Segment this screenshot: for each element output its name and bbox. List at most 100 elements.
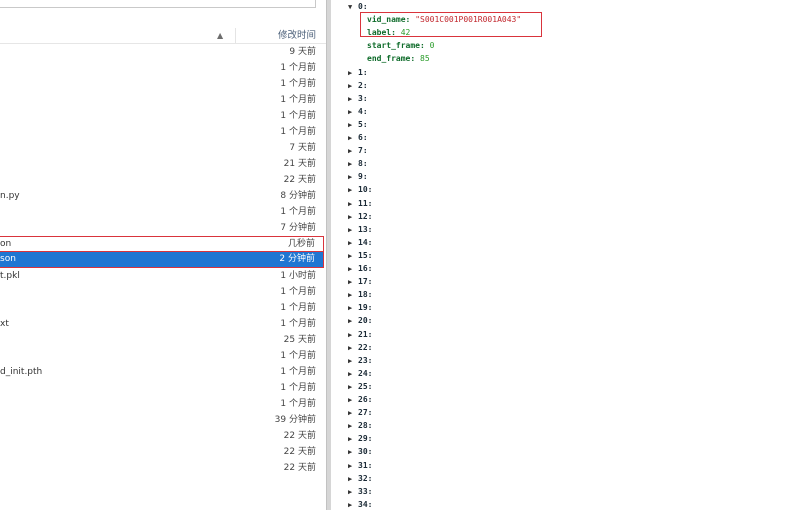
triangle-right-icon[interactable]: ▶ xyxy=(348,106,358,119)
triangle-right-icon[interactable]: ▶ xyxy=(348,355,358,368)
tree-node[interactable]: ▶ 4: xyxy=(348,105,368,118)
triangle-right-icon[interactable]: ▶ xyxy=(348,289,358,302)
file-row[interactable]: 7 分钟前 xyxy=(0,220,324,236)
triangle-right-icon[interactable]: ▶ xyxy=(348,93,358,106)
file-row[interactable]: 1 个月前 xyxy=(0,92,324,108)
file-row[interactable]: 1 个月前 xyxy=(0,204,324,220)
tree-node[interactable]: ▶ 10: xyxy=(348,183,372,196)
triangle-right-icon[interactable]: ▶ xyxy=(348,499,358,510)
triangle-right-icon[interactable]: ▶ xyxy=(348,407,358,420)
tree-node[interactable]: ▶ 2: xyxy=(348,79,368,92)
tree-node[interactable]: ▶ 24: xyxy=(348,367,372,380)
file-row[interactable]: xt 1 个月前 xyxy=(0,316,324,332)
file-row[interactable]: 22 天前 xyxy=(0,428,324,444)
triangle-right-icon[interactable]: ▶ xyxy=(348,224,358,237)
tree-node[interactable]: ▶ 8: xyxy=(348,157,368,170)
triangle-right-icon[interactable]: ▶ xyxy=(348,184,358,197)
triangle-right-icon[interactable]: ▶ xyxy=(348,250,358,263)
triangle-right-icon[interactable]: ▶ xyxy=(348,263,358,276)
tree-node[interactable]: ▶ 31: xyxy=(348,459,372,472)
triangle-right-icon[interactable]: ▶ xyxy=(348,486,358,499)
file-row[interactable]: 21 天前 xyxy=(0,156,324,172)
triangle-right-icon[interactable]: ▶ xyxy=(348,315,358,328)
triangle-right-icon[interactable]: ▶ xyxy=(348,276,358,289)
tree-node[interactable]: ▶ 1: xyxy=(348,66,368,79)
file-row[interactable]: 1 个月前 xyxy=(0,284,324,300)
triangle-right-icon[interactable]: ▶ xyxy=(348,119,358,132)
triangle-right-icon[interactable]: ▶ xyxy=(348,342,358,355)
triangle-right-icon[interactable]: ▶ xyxy=(348,198,358,211)
tree-node[interactable]: ▶ 5: xyxy=(348,118,368,131)
tree-node[interactable]: ▶ 33: xyxy=(348,485,372,498)
tree-node[interactable]: ▶ 28: xyxy=(348,419,372,432)
tree-node[interactable]: ▶ 9: xyxy=(348,170,368,183)
triangle-right-icon[interactable]: ▶ xyxy=(348,460,358,473)
triangle-right-icon[interactable]: ▶ xyxy=(348,132,358,145)
file-row[interactable]: 1 个月前 xyxy=(0,348,324,364)
file-row[interactable]: 1 个月前 xyxy=(0,300,324,316)
triangle-right-icon[interactable]: ▶ xyxy=(348,302,358,315)
triangle-right-icon[interactable]: ▶ xyxy=(348,211,358,224)
triangle-right-icon[interactable]: ▶ xyxy=(348,420,358,433)
triangle-right-icon[interactable]: ▶ xyxy=(348,237,358,250)
file-row[interactable]: 22 天前 xyxy=(0,460,324,476)
file-row[interactable]: t.pkl 1 小时前 xyxy=(0,268,324,284)
triangle-right-icon[interactable]: ▶ xyxy=(348,446,358,459)
file-row[interactable]: 1 个月前 xyxy=(0,124,324,140)
tree-node[interactable]: ▶ 29: xyxy=(348,432,372,445)
tree-node[interactable]: ▶ 14: xyxy=(348,236,372,249)
tree-node[interactable]: ▶ 30: xyxy=(348,445,372,458)
tree-node[interactable]: ▶ 18: xyxy=(348,288,372,301)
triangle-right-icon[interactable]: ▶ xyxy=(348,80,358,93)
tree-node[interactable]: ▶ 20: xyxy=(348,314,372,327)
file-row[interactable]: d_init.pth 1 个月前 xyxy=(0,364,324,380)
tree-node[interactable]: ▶ 22: xyxy=(348,341,372,354)
tree-node[interactable]: ▼ 0: xyxy=(348,0,368,13)
tree-node[interactable]: ▶ 6: xyxy=(348,131,368,144)
triangle-right-icon[interactable]: ▶ xyxy=(348,394,358,407)
file-row[interactable]: 22 天前 xyxy=(0,444,324,460)
file-row[interactable]: 1 个月前 xyxy=(0,380,324,396)
triangle-right-icon[interactable]: ▶ xyxy=(348,145,358,158)
file-row[interactable]: 1 个月前 xyxy=(0,76,324,92)
triangle-right-icon[interactable]: ▶ xyxy=(348,368,358,381)
file-row[interactable]: 7 天前 xyxy=(0,140,324,156)
triangle-right-icon[interactable]: ▶ xyxy=(348,67,358,80)
file-row[interactable]: 1 个月前 xyxy=(0,396,324,412)
tree-node[interactable]: ▶ 27: xyxy=(348,406,372,419)
file-row[interactable]: 9 天前 xyxy=(0,44,324,60)
triangle-down-icon[interactable]: ▼ xyxy=(348,1,358,14)
file-row[interactable]: 1 个月前 xyxy=(0,60,324,76)
triangle-right-icon[interactable]: ▶ xyxy=(348,433,358,446)
file-row[interactable]: n.py 8 分钟前 xyxy=(0,188,324,204)
modified-column-header[interactable]: 修改时间 xyxy=(278,29,316,42)
tree-node[interactable]: ▶ 3: xyxy=(348,92,368,105)
path-input-box[interactable] xyxy=(0,0,316,8)
tree-node[interactable]: ▶ 12: xyxy=(348,210,372,223)
tree-node[interactable]: ▶ 13: xyxy=(348,223,372,236)
tree-node[interactable]: ▶ 23: xyxy=(348,354,372,367)
tree-node[interactable]: ▶ 19: xyxy=(348,301,372,314)
file-row-highlighted[interactable]: on 几秒前 xyxy=(0,236,324,252)
triangle-right-icon[interactable]: ▶ xyxy=(348,171,358,184)
tree-node[interactable]: ▶ 11: xyxy=(348,197,372,210)
file-row-selected[interactable]: son 2 分钟前 xyxy=(0,252,324,268)
name-column-header[interactable]: ▲ xyxy=(0,28,236,43)
tree-node[interactable]: ▶ 15: xyxy=(348,249,372,262)
triangle-right-icon[interactable]: ▶ xyxy=(348,381,358,394)
tree-node[interactable]: ▶ 26: xyxy=(348,393,372,406)
triangle-right-icon[interactable]: ▶ xyxy=(348,473,358,486)
file-row[interactable]: 39 分钟前 xyxy=(0,412,324,428)
triangle-right-icon[interactable]: ▶ xyxy=(348,158,358,171)
file-row[interactable]: 25 天前 xyxy=(0,332,324,348)
tree-node[interactable]: ▶ 32: xyxy=(348,472,372,485)
tree-node[interactable]: ▶ 16: xyxy=(348,262,372,275)
file-row[interactable]: 22 天前 xyxy=(0,172,324,188)
tree-node[interactable]: ▶ 7: xyxy=(348,144,368,157)
tree-node[interactable]: ▶ 21: xyxy=(348,328,372,341)
tree-node[interactable]: ▶ 25: xyxy=(348,380,372,393)
tree-node[interactable]: ▶ 34: xyxy=(348,498,372,510)
tree-node[interactable]: ▶ 17: xyxy=(348,275,372,288)
file-row[interactable]: 1 个月前 xyxy=(0,108,324,124)
triangle-right-icon[interactable]: ▶ xyxy=(348,329,358,342)
